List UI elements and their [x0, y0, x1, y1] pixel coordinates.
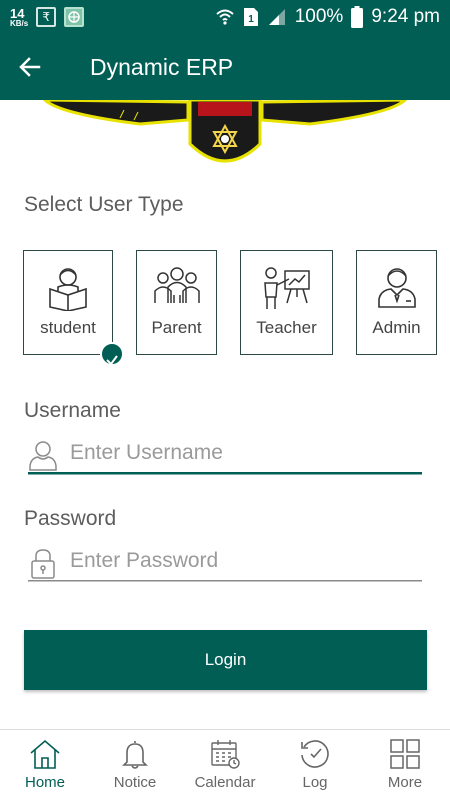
nav-log[interactable]: Log — [270, 730, 360, 800]
home-icon — [30, 739, 60, 769]
clock-icon — [301, 740, 329, 768]
rupee-notification-icon: ₹ — [36, 7, 57, 27]
arrow-left-icon — [19, 57, 41, 77]
battery-percent: 100% — [294, 6, 344, 27]
password-field — [28, 543, 422, 583]
grid-icon — [390, 739, 420, 769]
username-label: Username — [24, 399, 121, 422]
sim-icon: 1 — [243, 8, 258, 26]
net-speed-unit: KB/s — [10, 18, 29, 28]
battery-icon — [351, 6, 364, 28]
password-input[interactable] — [70, 545, 420, 577]
nav-label: Log — [302, 774, 328, 791]
password-underline — [28, 580, 422, 582]
user-type-label: Admin — [372, 318, 421, 337]
select-user-type-heading: Select User Type — [24, 193, 184, 216]
login-screen: 14 KB/s ₹ 1 100% 9:24 pm Dynamic ERP Sel… — [0, 0, 450, 800]
admin-person-icon — [377, 268, 416, 308]
nav-label: Home — [24, 774, 65, 791]
user-type-admin[interactable]: Admin — [356, 250, 437, 355]
clock-time: 9:24 pm — [371, 6, 440, 27]
net-speed-indicator: 14 KB/s — [10, 7, 28, 28]
teacher-board-icon — [263, 267, 310, 309]
nav-label: Calendar — [194, 774, 256, 791]
username-underline — [28, 472, 422, 475]
status-bar: 14 KB/s ₹ 1 100% 9:24 pm — [0, 0, 450, 34]
user-type-student[interactable]: student — [23, 250, 124, 366]
nav-more[interactable]: More — [360, 730, 450, 800]
signal-icon — [268, 9, 285, 25]
student-reading-icon — [49, 268, 87, 311]
app-notification-icon — [64, 7, 85, 27]
login-button[interactable]: Login — [24, 630, 427, 690]
svg-text:1: 1 — [248, 14, 254, 25]
nav-home[interactable]: Home — [0, 730, 90, 800]
user-type-teacher[interactable]: Teacher — [240, 250, 333, 355]
user-outline-icon — [29, 441, 57, 471]
back-button[interactable] — [0, 34, 60, 100]
family-icon — [153, 267, 200, 303]
user-type-parent[interactable]: Parent — [136, 250, 217, 355]
app-bar: Dynamic ERP — [0, 34, 450, 100]
nav-label: Notice — [113, 774, 157, 791]
check-icon — [106, 355, 118, 366]
selected-check-badge — [100, 342, 124, 366]
lock-icon — [31, 549, 55, 579]
user-type-label: Teacher — [256, 318, 317, 337]
school-logo — [0, 98, 450, 170]
user-type-label: student — [40, 318, 96, 337]
nav-label: More — [387, 774, 423, 791]
wifi-icon — [216, 9, 234, 25]
username-input[interactable] — [70, 437, 420, 469]
nav-calendar[interactable]: Calendar — [180, 730, 270, 800]
bottom-navigation: Home Notice Calendar Log More — [0, 729, 450, 800]
nav-notice[interactable]: Notice — [90, 730, 180, 800]
net-speed-value: 14 — [10, 5, 25, 21]
bell-icon — [122, 741, 148, 769]
calendar-icon — [211, 740, 240, 769]
username-field — [28, 435, 422, 475]
user-type-label: Parent — [151, 318, 202, 337]
app-title: Dynamic ERP — [90, 53, 234, 80]
password-label: Password — [24, 507, 117, 530]
